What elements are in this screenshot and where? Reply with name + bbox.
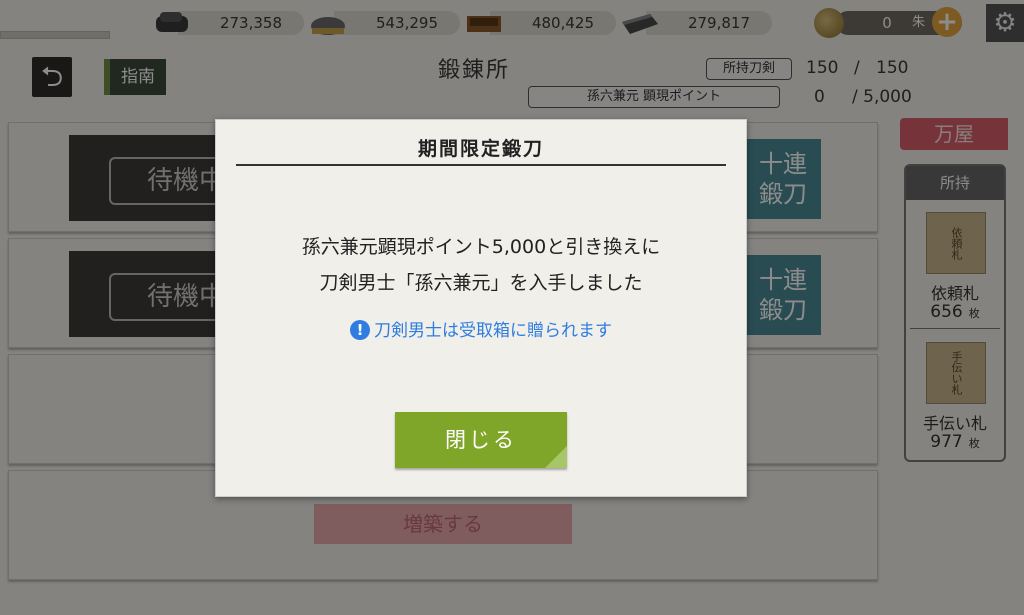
dialog-note-text: 刀剣男士は受取箱に贈られます — [374, 321, 612, 341]
close-button[interactable]: 閉じる — [395, 412, 567, 468]
dialog-message-line-2: 刀剣男士「孫六兼元」を入手しました — [319, 272, 643, 294]
limited-forge-dialog: 期間限定鍛刀 孫六兼元顕現ポイント5,000と引き換えに 刀剣男士「孫六兼元」を… — [215, 119, 747, 497]
dialog-note: ! 刀剣男士は受取箱に贈られます — [216, 316, 746, 341]
dialog-message-line-1: 孫六兼元顕現ポイント5,000と引き換えに — [301, 236, 661, 258]
dialog-title: 期間限定鍛刀 — [417, 138, 544, 160]
dialog-divider — [236, 164, 726, 166]
info-exclamation-icon: ! — [350, 320, 370, 340]
